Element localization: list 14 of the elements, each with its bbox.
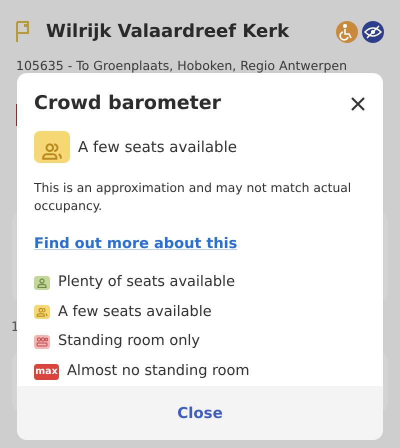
dialog-title: Crowd barometer <box>34 92 222 114</box>
legend-label: A few seats available <box>58 302 212 322</box>
stop-sign-icon <box>16 20 30 42</box>
route-text: 105635 - To Groenplaats, Hoboken, Regio Antwerpen <box>16 57 348 75</box>
legend-label: Standing room only <box>58 332 200 352</box>
info-link[interactable]: Find out more about this <box>34 236 238 252</box>
partial-text: 1 <box>11 319 20 337</box>
legend-label: Plenty of seats available <box>58 272 236 292</box>
occupancy-status: A few seats available <box>78 136 237 158</box>
disclaimer-text: This is an approximation and may not match actual occupancy. <box>34 180 352 215</box>
close-button[interactable]: Close <box>171 400 229 426</box>
stop-name: Wilrijk Valaardreef Kerk <box>46 20 290 44</box>
max-badge: max <box>34 364 59 380</box>
legend-label: Almost no standing room <box>67 362 250 381</box>
